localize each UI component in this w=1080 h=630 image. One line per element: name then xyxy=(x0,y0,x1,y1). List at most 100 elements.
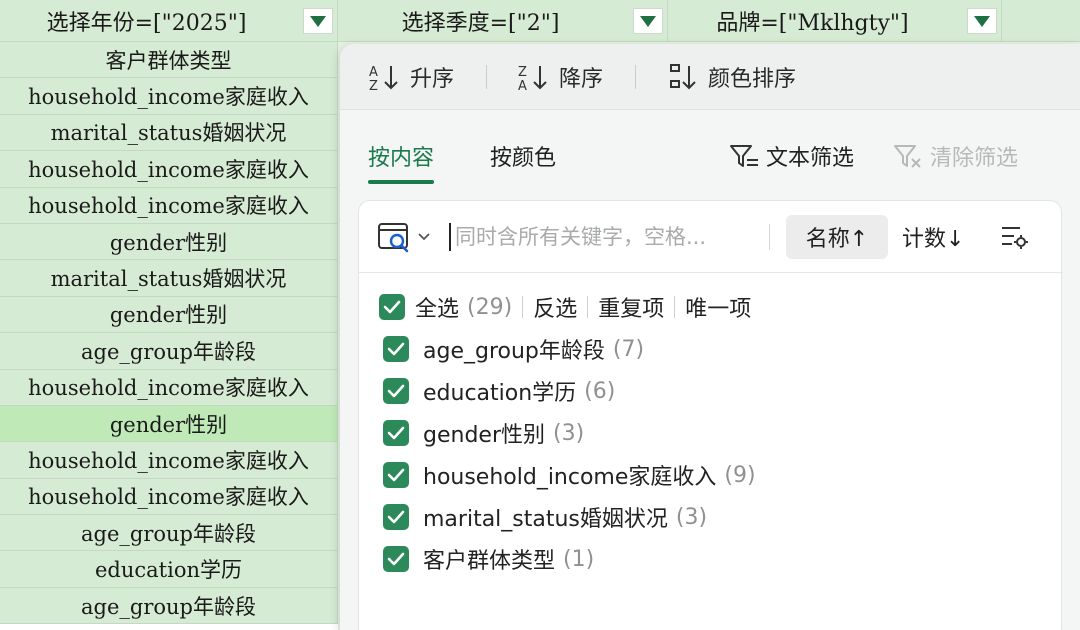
svg-text:Z: Z xyxy=(369,79,378,92)
invert-selection-link[interactable]: 反选 xyxy=(533,291,577,323)
list-item[interactable]: household_income家庭收入 (9) xyxy=(383,457,756,493)
tab-by-content[interactable]: 按内容 xyxy=(368,140,435,184)
table-cell[interactable]: household_income家庭收入 xyxy=(0,442,338,479)
search-row: 名称↑ 计数↓ xyxy=(359,201,1063,273)
duplicates-link[interactable]: 重复项 xyxy=(598,291,664,323)
divider xyxy=(486,64,488,89)
divider xyxy=(522,296,524,318)
filter-popup: AZ 升序 ZA 降序 颜色排序 按内容 按颜色 文本筛选 清除筛选 同时含所有… xyxy=(340,44,1080,630)
clear-filter-button[interactable]: 清除筛选 xyxy=(892,140,1018,172)
table-cell[interactable]: education学历 xyxy=(0,551,338,588)
check-icon xyxy=(387,384,405,398)
chevron-down-icon xyxy=(974,15,990,27)
list-item[interactable]: marital_status婚姻状况 (3) xyxy=(383,499,707,535)
text-filter-button[interactable]: 文本筛选 xyxy=(728,140,854,172)
item-label: age_group年龄段 xyxy=(423,339,605,364)
search-input[interactable] xyxy=(455,224,755,249)
filter-quarter-label: 选择季度=["2"] xyxy=(401,10,560,36)
list-settings-button[interactable] xyxy=(1000,222,1030,252)
tab-by-color[interactable]: 按颜色 xyxy=(490,140,556,172)
table-cell[interactable]: household_income家庭收入 xyxy=(0,369,338,406)
table-cell[interactable]: 客户群体类型 xyxy=(0,42,338,79)
text-caret xyxy=(449,222,451,251)
clear-filter-icon xyxy=(894,145,921,168)
table-cell[interactable]: household_income家庭收入 xyxy=(0,151,338,188)
filter-header-row: 选择年份=["2025"] 选择季度=["2"] 品牌=["Mklhgty"] xyxy=(0,0,1080,42)
list-item[interactable]: 客户群体类型 (1) xyxy=(383,541,594,577)
item-label: gender性别 xyxy=(423,423,545,448)
table-cell[interactable]: gender性别 xyxy=(0,223,338,261)
table-cell[interactable]: marital_status婚姻状况 xyxy=(0,260,338,297)
color-sort-icon xyxy=(666,62,700,92)
item-count: (6) xyxy=(584,378,616,404)
filter-brand-dropdown-button[interactable] xyxy=(967,8,997,34)
check-icon xyxy=(387,468,405,482)
chevron-down-icon xyxy=(418,232,430,240)
item-label: household_income家庭收入 xyxy=(423,465,717,490)
list-item[interactable]: education学历 (6) xyxy=(383,373,615,409)
table-cell[interactable]: age_group年龄段 xyxy=(0,515,338,552)
sort-by-count-button[interactable]: 计数↓ xyxy=(902,215,964,259)
sort-ascending-icon: AZ xyxy=(368,62,402,92)
item-count: (7) xyxy=(612,336,645,362)
table-cell[interactable]: household_income家庭收入 xyxy=(0,478,338,516)
table-cell[interactable]: household_income家庭收入 xyxy=(0,187,338,224)
divider xyxy=(635,64,637,89)
filter-icon xyxy=(730,145,759,167)
svg-text:A: A xyxy=(518,79,527,92)
select-all-checkbox[interactable] xyxy=(379,294,405,320)
list-item[interactable]: gender性别 (3) xyxy=(383,415,584,451)
table-cell[interactable]: age_group年龄段 xyxy=(0,333,338,370)
select-all-count: (29) xyxy=(467,294,513,320)
column-a: 客户群体类型 household_income家庭收入 marital_status… xyxy=(0,42,338,625)
check-icon xyxy=(387,552,405,566)
text-filter-label: 文本筛选 xyxy=(766,146,855,171)
table-cell[interactable]: gender性别 xyxy=(0,296,338,334)
filter-cell-year: 选择年份=["2025"] xyxy=(0,0,338,42)
sort-ascending-button[interactable]: AZ 升序 xyxy=(368,61,454,93)
filter-values-panel: 名称↑ 计数↓ 全选 (29) 反选 重复项 唯一项 age_group年龄段 (… xyxy=(358,200,1063,630)
filter-tabs: 按内容 按颜色 文本筛选 清除筛选 xyxy=(340,110,1080,202)
svg-text:Z: Z xyxy=(518,65,527,80)
check-icon xyxy=(387,342,405,356)
check-icon xyxy=(387,426,405,440)
divider xyxy=(769,223,770,250)
table-cell[interactable]: gender性别 xyxy=(0,405,338,443)
settings-icon xyxy=(1002,226,1029,249)
item-count: (1) xyxy=(563,546,595,572)
select-all-label[interactable]: 全选 xyxy=(415,291,459,323)
item-checkbox[interactable] xyxy=(383,546,409,572)
item-checkbox[interactable] xyxy=(383,336,409,362)
filter-cell-extra xyxy=(1002,0,1080,42)
divider xyxy=(674,296,676,318)
sort-descending-button[interactable]: ZA 降序 xyxy=(517,61,603,93)
item-checkbox[interactable] xyxy=(383,420,409,446)
search-icon xyxy=(378,222,409,252)
filter-year-dropdown-button[interactable] xyxy=(303,8,333,34)
search-mode-dropdown[interactable] xyxy=(377,220,431,254)
check-icon xyxy=(387,510,405,524)
unique-link[interactable]: 唯一项 xyxy=(685,291,751,323)
table-cell[interactable]: household_income家庭收入 xyxy=(0,78,338,115)
filter-quarter-dropdown-button[interactable] xyxy=(633,8,663,34)
item-count: (3) xyxy=(553,420,585,446)
sort-by-color-button[interactable]: 颜色排序 xyxy=(666,61,796,93)
item-checkbox[interactable] xyxy=(383,462,409,488)
item-count: (9) xyxy=(724,462,756,488)
table-cell[interactable]: marital_status婚姻状况 xyxy=(0,114,338,152)
filter-cell-quarter: 选择季度=["2"] xyxy=(338,0,668,42)
chevron-down-icon xyxy=(310,15,326,27)
chevron-down-icon xyxy=(640,15,656,27)
item-checkbox[interactable] xyxy=(383,378,409,404)
clear-filter-label: 清除筛选 xyxy=(930,146,1019,171)
sort-by-color-label: 颜色排序 xyxy=(708,66,797,92)
filter-brand-label: 品牌=["Mklhgty"] xyxy=(716,10,909,36)
item-checkbox[interactable] xyxy=(383,504,409,530)
sort-toolbar: AZ 升序 ZA 降序 颜色排序 xyxy=(340,44,1080,110)
list-item[interactable]: age_group年龄段 (7) xyxy=(383,331,644,367)
table-cell[interactable]: age_group年龄段 xyxy=(0,587,338,625)
item-label: marital_status婚姻状况 xyxy=(423,507,668,532)
sort-descending-icon: ZA xyxy=(517,62,551,92)
list-header-row: 全选 (29) 反选 重复项 唯一项 xyxy=(379,289,751,325)
sort-by-name-button[interactable]: 名称↑ xyxy=(786,214,888,259)
